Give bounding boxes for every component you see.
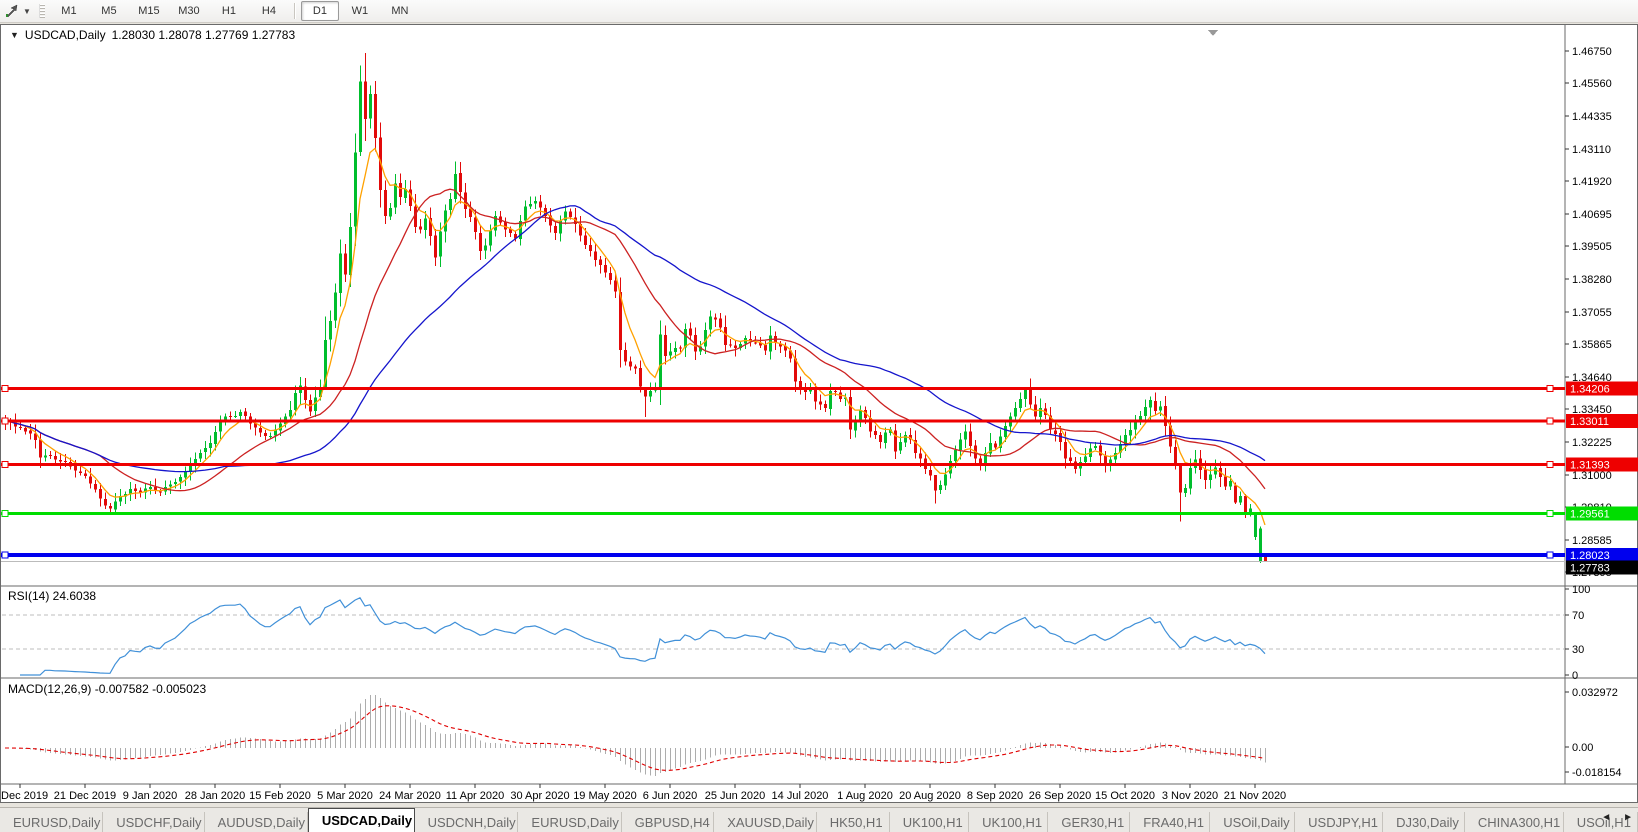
svg-text:30: 30 [1572, 644, 1584, 656]
svg-text:100: 100 [1572, 584, 1590, 596]
svg-text:25 Jun 2020: 25 Jun 2020 [705, 790, 766, 802]
timeframe-toolbar: ▼ M1M5M15M30H1H4 D1W1MN [0, 0, 1638, 23]
svg-text:19 May 2020: 19 May 2020 [573, 790, 637, 802]
svg-text:1.46750: 1.46750 [1572, 46, 1612, 58]
chart-tab-bar: EURUSD,DailyUSDCHF,DailyAUDUSD,DailyUSDC… [0, 807, 1638, 832]
chart-collapse-icon[interactable]: ▼ [10, 30, 19, 40]
svg-text:20 Aug 2020: 20 Aug 2020 [899, 790, 961, 802]
svg-text:11 Apr 2020: 11 Apr 2020 [446, 790, 505, 802]
svg-text:1.33011: 1.33011 [1570, 416, 1609, 428]
chart-tab-usdchf-daily[interactable]: USDCHF,Daily [103, 812, 204, 832]
svg-text:0.00: 0.00 [1572, 742, 1593, 754]
toolbar-grip[interactable] [39, 4, 45, 18]
svg-text:1.37055: 1.37055 [1572, 307, 1612, 319]
svg-text:21 Dec 2019: 21 Dec 2019 [54, 790, 116, 802]
svg-text:1.39505: 1.39505 [1572, 241, 1612, 253]
tab-scroll-left-icon[interactable]: ◄ [1598, 810, 1614, 825]
chart-tab-china300-h1[interactable]: CHINA300,H1 [1465, 812, 1564, 832]
chart-title: ▼ USDCAD,Daily 1.28030 1.28078 1.27769 1… [10, 28, 295, 42]
svg-text:9 Jan 2020: 9 Jan 2020 [123, 790, 177, 802]
svg-text:1.28023: 1.28023 [1570, 550, 1610, 562]
macd-indicator-label: MACD(12,26,9) -0.007582 -0.005023 [8, 682, 206, 696]
chart-tab-dj30-daily[interactable]: DJ30,Daily [1383, 812, 1465, 832]
chart-tab-ger30-h1[interactable]: GER30,H1 [1048, 812, 1130, 832]
svg-text:30 Apr 2020: 30 Apr 2020 [510, 790, 569, 802]
chart-tab-gbpusd-h4[interactable]: GBPUSD,H4 [622, 812, 715, 832]
chevron-down-icon[interactable]: ▼ [23, 7, 31, 16]
svg-text:0: 0 [1572, 670, 1578, 682]
svg-text:1.29561: 1.29561 [1570, 509, 1610, 521]
chart-tab-uk100-h1[interactable]: UK100,H1 [890, 812, 969, 832]
svg-text:21 Nov 2020: 21 Nov 2020 [1224, 790, 1286, 802]
tab-scroll-right-icon[interactable]: ► [1620, 810, 1636, 825]
timeframe-button-h4[interactable]: H4 [250, 1, 288, 21]
chart-tab-usdcad-daily[interactable]: USDCAD,Daily [308, 808, 415, 832]
chart-tab-eurusd-daily[interactable]: EURUSD,Daily [518, 812, 621, 832]
svg-text:1.27783: 1.27783 [1570, 563, 1610, 575]
svg-text:8 Sep 2020: 8 Sep 2020 [967, 790, 1023, 802]
current-price-tag: 1.27783 [1566, 561, 1638, 575]
timeframe-button-m1[interactable]: M1 [50, 1, 88, 21]
svg-text:-0.018154: -0.018154 [1572, 767, 1622, 779]
svg-text:15 Oct 2020: 15 Oct 2020 [1095, 790, 1155, 802]
timeframe-button-m30[interactable]: M30 [170, 1, 208, 21]
chart-cursor-icon[interactable] [4, 3, 22, 19]
svg-text:1.35865: 1.35865 [1572, 339, 1612, 351]
toolbar-separator [294, 3, 295, 19]
chart-tab-usdjpy-h1[interactable]: USDJPY,H1 [1295, 812, 1383, 832]
svg-text:5 Mar 2020: 5 Mar 2020 [317, 790, 373, 802]
timeframe-button-mn[interactable]: MN [381, 1, 419, 21]
timeframe-button-m15[interactable]: M15 [130, 1, 168, 21]
svg-text:1.34206: 1.34206 [1570, 384, 1610, 396]
svg-text:70: 70 [1572, 610, 1584, 622]
chart-tab-usdcnh-daily[interactable]: USDCNH,Daily [415, 812, 519, 832]
svg-text:1.41920: 1.41920 [1572, 176, 1612, 188]
svg-text:6 Jun 2020: 6 Jun 2020 [643, 790, 697, 802]
svg-text:1.40695: 1.40695 [1572, 209, 1612, 221]
chart-tab-hk50-h1[interactable]: HK50,H1 [817, 812, 890, 832]
svg-text:28 Jan 2020: 28 Jan 2020 [185, 790, 246, 802]
chart-canvas[interactable]: 1.46750 1.45560 1.44335 1.43110 1.41920 1.406… [0, 24, 1638, 803]
svg-text:1.43110: 1.43110 [1572, 144, 1611, 156]
svg-text:1.28585: 1.28585 [1572, 535, 1612, 547]
svg-text:1.31393: 1.31393 [1570, 459, 1610, 471]
svg-text:1.31000: 1.31000 [1572, 470, 1612, 482]
chart-tab-eurusd-daily[interactable]: EURUSD,Daily [0, 812, 103, 832]
svg-text:15 Feb 2020: 15 Feb 2020 [249, 790, 311, 802]
svg-text:1.44335: 1.44335 [1572, 111, 1612, 123]
chart-tab-xauusd-daily[interactable]: XAUUSD,Daily [714, 812, 817, 832]
timeframe-button-w1[interactable]: W1 [341, 1, 379, 21]
svg-text:1.45560: 1.45560 [1572, 78, 1612, 90]
svg-text:1 Aug 2020: 1 Aug 2020 [837, 790, 893, 802]
svg-text:3 Nov 2020: 3 Nov 2020 [1162, 790, 1218, 802]
timeframe-button-h1[interactable]: H1 [210, 1, 248, 21]
chart-tab-uk100-h1[interactable]: UK100,H1 [969, 812, 1048, 832]
svg-text:1.32225: 1.32225 [1572, 437, 1612, 449]
svg-text:24 Mar 2020: 24 Mar 2020 [379, 790, 441, 802]
chart-symbol-label: USDCAD,Daily [25, 28, 106, 42]
chart-tab-audusd-daily[interactable]: AUDUSD,Daily [205, 812, 308, 832]
timeframe-button-m5[interactable]: M5 [90, 1, 128, 21]
svg-text:14 Jul 2020: 14 Jul 2020 [772, 790, 829, 802]
timeframe-button-d1[interactable]: D1 [301, 1, 339, 21]
svg-text:0.032972: 0.032972 [1572, 687, 1618, 699]
chart-tab-usoil-daily[interactable]: USOil,Daily [1210, 812, 1295, 832]
svg-text:26 Sep 2020: 26 Sep 2020 [1029, 790, 1091, 802]
svg-text:3 Dec 2019: 3 Dec 2019 [0, 790, 48, 802]
svg-text:1.38280: 1.38280 [1572, 274, 1612, 286]
rsi-indicator-label: RSI(14) 24.6038 [8, 589, 96, 603]
chart-tab-fra40-h1[interactable]: FRA40,H1 [1130, 812, 1210, 832]
chart-ohlc-values: 1.28030 1.28078 1.27769 1.27783 [112, 28, 296, 42]
